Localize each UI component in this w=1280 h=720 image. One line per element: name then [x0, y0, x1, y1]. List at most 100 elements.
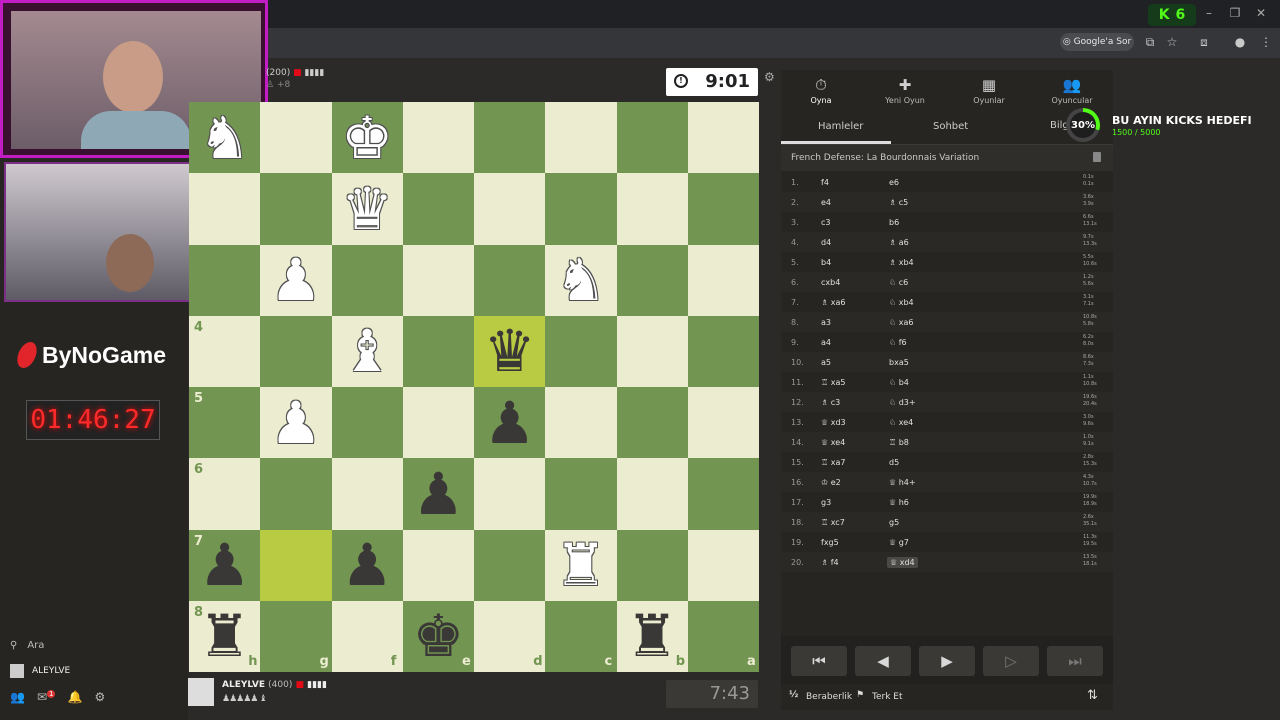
board-settings-icon[interactable]: ⚙	[764, 70, 775, 84]
settings-icon[interactable]: ⚙	[94, 690, 105, 708]
black-move[interactable]: g5	[889, 518, 899, 527]
board-square[interactable]	[402, 173, 474, 245]
menu-icon[interactable]: ⋮	[1258, 34, 1274, 50]
black-move[interactable]: d5	[889, 458, 899, 467]
white-rook-piece[interactable]: ♜	[545, 530, 616, 601]
black-rook-piece[interactable]: ♜	[617, 601, 688, 672]
resign-button[interactable]: Terk Et	[872, 692, 903, 702]
board-square[interactable]	[260, 102, 332, 174]
black-move[interactable]: ♗ c5	[889, 198, 908, 207]
board-square[interactable]	[687, 102, 759, 174]
white-queen-piece[interactable]: ♛	[332, 173, 403, 244]
last-move-button[interactable]: ⏭	[1047, 646, 1103, 676]
board-square[interactable]	[474, 173, 546, 245]
white-move[interactable]: ♖ xa5	[821, 378, 845, 387]
black-queen-piece[interactable]: ♛	[474, 316, 545, 387]
white-move[interactable]: ♕ xd3	[821, 418, 846, 427]
white-move[interactable]: ♕ xe4	[821, 438, 845, 447]
bell-icon[interactable]: 🔔	[67, 690, 82, 708]
white-move[interactable]: f4	[821, 178, 829, 187]
white-pawn-piece[interactable]: ♟	[260, 245, 331, 316]
white-move[interactable]: fxg5	[821, 538, 839, 547]
white-pawn-piece[interactable]: ♟	[260, 387, 331, 458]
board-square[interactable]	[616, 102, 688, 174]
board-square[interactable]	[474, 529, 546, 601]
white-move[interactable]: ♗ xa6	[821, 298, 845, 307]
black-move[interactable]: ♖ b8	[889, 438, 909, 447]
board-square[interactable]	[687, 173, 759, 245]
white-move[interactable]: b4	[821, 258, 831, 267]
tab-new-game[interactable]: ✚ Yeni Oyun	[865, 76, 945, 105]
white-move[interactable]: ♗ c3	[821, 398, 840, 407]
tab-players[interactable]: 👥 Oyuncular	[1032, 76, 1112, 105]
subtab-moves[interactable]: Hamleler	[818, 121, 863, 132]
black-pawn-piece[interactable]: ♟	[474, 387, 545, 458]
black-move[interactable]: ♕ h4+	[889, 478, 916, 487]
board-square[interactable]	[687, 458, 759, 530]
board-square[interactable]	[331, 387, 403, 459]
white-move[interactable]: cxb4	[821, 278, 840, 287]
restore-icon[interactable]: ❐	[1226, 6, 1244, 22]
board-square[interactable]	[616, 173, 688, 245]
white-king-piece[interactable]: ♚	[332, 102, 403, 173]
minimize-icon[interactable]: –	[1200, 6, 1218, 22]
black-move[interactable]: e6	[889, 178, 899, 187]
board-square[interactable]	[260, 315, 332, 387]
board-square[interactable]	[474, 102, 546, 174]
flip-board-icon[interactable]: ⇅	[1087, 688, 1098, 703]
board-square[interactable]	[616, 244, 688, 316]
board-square[interactable]	[545, 173, 617, 245]
black-move[interactable]: bxa5	[889, 358, 909, 367]
white-move[interactable]: c3	[821, 218, 831, 227]
black-move[interactable]: ♘ xb4	[889, 298, 914, 307]
messages-icon[interactable]: ✉ 1	[37, 690, 56, 708]
next-move-button[interactable]: ▷	[983, 646, 1039, 676]
google-lens-chip[interactable]: ◎ Google'a Sor	[1060, 33, 1134, 51]
white-knight-piece[interactable]: ♞	[545, 245, 616, 316]
sidebar-user[interactable]: ALEYLVE	[10, 662, 180, 680]
board-square[interactable]	[616, 315, 688, 387]
profile-icon[interactable]: ●	[1232, 34, 1248, 50]
black-move[interactable]: ♘ xa6	[889, 318, 913, 327]
board-square[interactable]	[260, 458, 332, 530]
black-move[interactable]: ♘ b4	[889, 378, 909, 387]
white-knight-piece[interactable]: ♞	[189, 102, 260, 173]
black-pawn-piece[interactable]: ♟	[332, 530, 403, 601]
board-square[interactable]	[402, 529, 474, 601]
white-move[interactable]: a4	[821, 338, 831, 347]
board-square[interactable]	[687, 244, 759, 316]
board-square[interactable]	[616, 387, 688, 459]
play-button[interactable]: ▶	[919, 646, 975, 676]
board-square[interactable]	[189, 173, 261, 245]
white-move[interactable]: ♗ f4	[821, 558, 839, 567]
black-king-piece[interactable]: ♚	[403, 601, 474, 672]
board-square[interactable]	[260, 529, 332, 601]
board-square[interactable]	[545, 315, 617, 387]
chess-board[interactable]: 4 5 6 7 8 h g f e d c b a ♞ ♚ ♛ ♟ ♞ ♝ ♛ ♟ ♟ ♟ ♟ ♟ ♜ ♜ ♚ ♜	[189, 102, 759, 672]
black-move[interactable]: ♕ xd4	[887, 557, 918, 568]
tab-play[interactable]: ⏱ Oyna	[781, 76, 861, 105]
black-move[interactable]: ♗ xb4	[889, 258, 914, 267]
friends-icon[interactable]: 👥	[10, 690, 25, 708]
white-move[interactable]: a3	[821, 318, 831, 327]
board-square[interactable]	[331, 244, 403, 316]
board-square[interactable]	[331, 458, 403, 530]
black-move[interactable]: ♘ f6	[889, 338, 907, 347]
board-square[interactable]	[687, 529, 759, 601]
black-pawn-piece[interactable]: ♟	[189, 530, 260, 601]
black-move[interactable]: ♕ h6	[889, 498, 909, 507]
extensions-icon[interactable]: ⧈	[1196, 34, 1212, 50]
draw-button[interactable]: Beraberlik	[806, 692, 852, 702]
board-square[interactable]	[616, 458, 688, 530]
black-move[interactable]: b6	[889, 218, 899, 227]
black-rook-piece[interactable]: ♜	[189, 601, 260, 672]
white-move[interactable]: ♖ xa7	[821, 458, 845, 467]
black-pawn-piece[interactable]: ♟	[403, 458, 474, 529]
trash-icon[interactable]	[1093, 152, 1101, 162]
board-square[interactable]	[545, 102, 617, 174]
white-move[interactable]: e4	[821, 198, 831, 207]
board-square[interactable]	[402, 244, 474, 316]
black-move[interactable]: ♕ g7	[889, 538, 909, 547]
board-square[interactable]	[545, 458, 617, 530]
board-square[interactable]	[402, 387, 474, 459]
